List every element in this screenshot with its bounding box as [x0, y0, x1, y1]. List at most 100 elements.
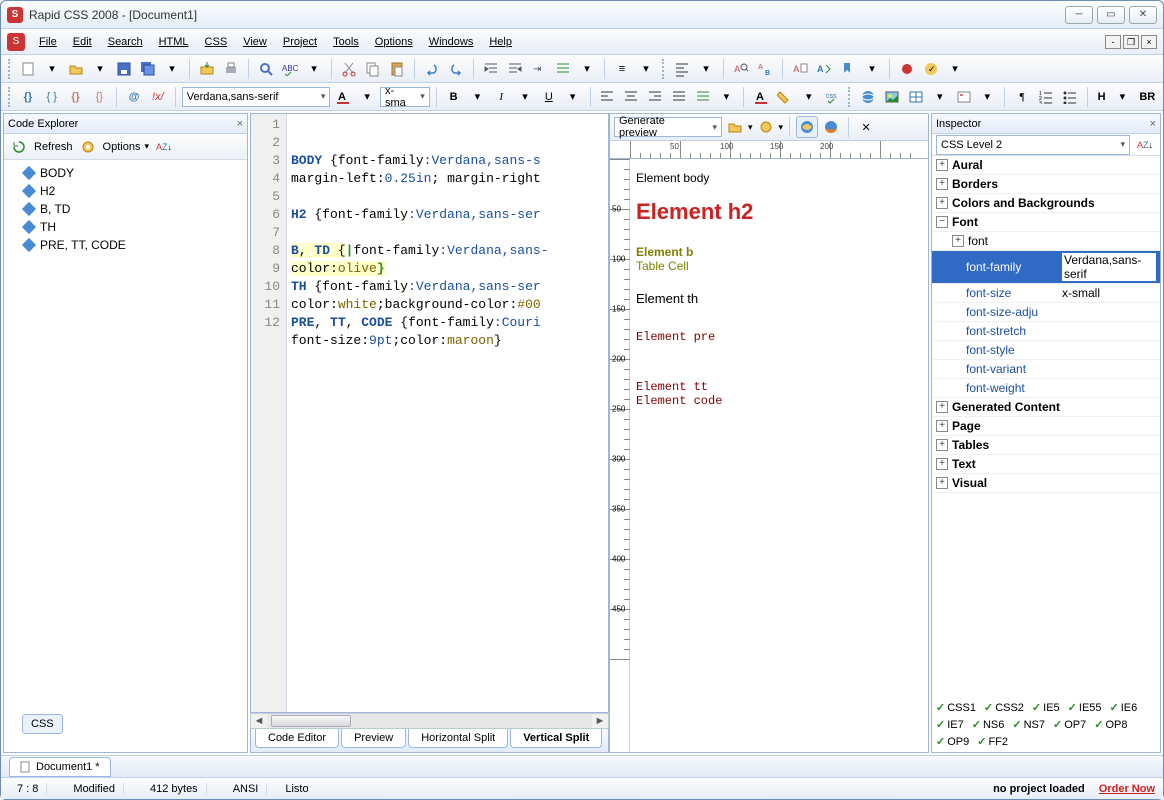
- important-button[interactable]: !x/: [147, 86, 169, 108]
- expand-icon[interactable]: +: [936, 159, 948, 171]
- tree-item[interactable]: B, TD: [6, 200, 245, 218]
- bold-dropdown[interactable]: ▾: [467, 86, 489, 108]
- table-button[interactable]: [905, 86, 927, 108]
- copy-button[interactable]: [362, 58, 384, 80]
- save-button[interactable]: [113, 58, 135, 80]
- inspector-property[interactable]: font-stretch: [932, 322, 1160, 341]
- menu-search[interactable]: Search: [100, 32, 151, 52]
- list-ol-button[interactable]: 123: [1035, 86, 1057, 108]
- css-level-combo[interactable]: CSS Level 2: [936, 135, 1130, 155]
- tree-item[interactable]: H2: [6, 182, 245, 200]
- expand-icon[interactable]: −: [936, 216, 948, 228]
- menu-help[interactable]: Help: [481, 32, 520, 52]
- expand-icon[interactable]: +: [936, 401, 948, 413]
- cut-button[interactable]: [338, 58, 360, 80]
- align-left-button[interactable]: [671, 58, 693, 80]
- image-button[interactable]: [881, 86, 903, 108]
- table-dropdown[interactable]: ▾: [929, 86, 951, 108]
- options-icon[interactable]: [77, 136, 99, 158]
- maximize-button[interactable]: ▭: [1097, 6, 1125, 24]
- find-in-files-button[interactable]: A: [789, 58, 811, 80]
- inspector-category[interactable]: +Visual: [932, 474, 1160, 493]
- br-button[interactable]: BR: [1135, 91, 1159, 103]
- replace-button[interactable]: AB: [754, 58, 776, 80]
- sort-button[interactable]: AZ↓: [153, 136, 175, 158]
- goto-button[interactable]: A: [813, 58, 835, 80]
- outdent-button[interactable]: [504, 58, 526, 80]
- valign-button[interactable]: [692, 86, 714, 108]
- editor-tab[interactable]: Code Editor: [255, 729, 339, 748]
- align-dropdown[interactable]: ▾: [695, 58, 717, 80]
- heading-button[interactable]: H: [1094, 91, 1110, 103]
- expand-icon[interactable]: +: [936, 477, 948, 489]
- generate-preview-combo[interactable]: Generate preview: [614, 117, 722, 137]
- menu-html[interactable]: HTML: [151, 32, 197, 52]
- inspector-category[interactable]: +Page: [932, 417, 1160, 436]
- text-align-center[interactable]: [620, 86, 642, 108]
- list-ul-button[interactable]: [1059, 86, 1081, 108]
- validate-dropdown[interactable]: ▾: [944, 58, 966, 80]
- order-now-link[interactable]: Order Now: [1099, 783, 1155, 795]
- ftp-button[interactable]: [196, 58, 218, 80]
- braces1-button[interactable]: {}: [17, 86, 39, 108]
- inspector-property[interactable]: font-style: [932, 341, 1160, 360]
- indent-button[interactable]: [480, 58, 502, 80]
- new-dropdown[interactable]: ▾: [41, 58, 63, 80]
- paste-button[interactable]: [386, 58, 408, 80]
- bg-dropdown[interactable]: ▾: [798, 86, 820, 108]
- expand-icon[interactable]: +: [936, 420, 948, 432]
- editor-tab[interactable]: Vertical Split: [510, 729, 602, 748]
- inspector-close[interactable]: ×: [1150, 118, 1156, 130]
- minimize-button[interactable]: ─: [1065, 6, 1093, 24]
- inspector-property[interactable]: font-weight: [932, 379, 1160, 398]
- bookmark-dropdown[interactable]: ▾: [861, 58, 883, 80]
- font-dropdown[interactable]: ▾: [356, 86, 378, 108]
- mdi-close[interactable]: ×: [1141, 35, 1157, 49]
- menu-edit[interactable]: Edit: [65, 32, 100, 52]
- bookmark-button[interactable]: [837, 58, 859, 80]
- format-button[interactable]: ≡: [611, 58, 633, 80]
- braces3-button[interactable]: {}: [65, 86, 87, 108]
- inspector-category[interactable]: +Tables: [932, 436, 1160, 455]
- tree-item[interactable]: BODY: [6, 164, 245, 182]
- code-area[interactable]: BODY {font-family:Verdana,sans-s margin-…: [287, 114, 608, 712]
- mdi-minimize[interactable]: -: [1105, 35, 1121, 49]
- editor-hscroll[interactable]: ◄►: [250, 713, 609, 729]
- css-side-tab[interactable]: CSS: [22, 714, 63, 734]
- inspector-property[interactable]: font-size-adju: [932, 303, 1160, 322]
- at-rule-button[interactable]: @: [123, 86, 145, 108]
- menu-css[interactable]: CSS: [197, 32, 236, 52]
- app-menu-icon[interactable]: S: [7, 33, 25, 51]
- preview-settings-button[interactable]: [755, 116, 777, 138]
- preview-button[interactable]: [255, 58, 277, 80]
- whitespace-button[interactable]: ⇥: [528, 58, 550, 80]
- close-button[interactable]: ✕: [1129, 6, 1157, 24]
- mdi-restore[interactable]: ❐: [1123, 35, 1139, 49]
- refresh-button[interactable]: Refresh: [34, 141, 73, 153]
- format-dropdown[interactable]: ▾: [635, 58, 657, 80]
- expand-icon[interactable]: +: [952, 235, 964, 247]
- underline-button[interactable]: U: [538, 86, 560, 108]
- inspector-category[interactable]: +Text: [932, 455, 1160, 474]
- menu-options[interactable]: Options: [367, 32, 421, 52]
- undo-button[interactable]: [421, 58, 443, 80]
- ie-browser-button[interactable]: [796, 116, 818, 138]
- inspector-property[interactable]: font-familyVerdana,sans-serif: [932, 251, 1160, 284]
- paragraph-button[interactable]: ¶: [1011, 86, 1033, 108]
- valign-dropdown[interactable]: ▾: [715, 86, 737, 108]
- comment-button[interactable]: [552, 58, 574, 80]
- expand-icon[interactable]: +: [936, 178, 948, 190]
- expand-icon[interactable]: +: [936, 197, 948, 209]
- spellcheck-button[interactable]: ABC: [279, 58, 301, 80]
- font-color-button[interactable]: A: [332, 86, 354, 108]
- braces2-button[interactable]: { }: [41, 86, 63, 108]
- code-editor[interactable]: 123456789101112 BODY {font-family:Verdan…: [250, 113, 609, 713]
- inspector-subcategory[interactable]: +font: [932, 232, 1160, 251]
- validate-button[interactable]: ✓: [920, 58, 942, 80]
- text-color-button[interactable]: A: [750, 86, 772, 108]
- text-align-left[interactable]: [596, 86, 618, 108]
- save-dropdown[interactable]: ▾: [161, 58, 183, 80]
- font-family-combo[interactable]: Verdana,sans-serif: [182, 87, 331, 107]
- braces4-button[interactable]: {}: [88, 86, 110, 108]
- tree-item[interactable]: PRE, TT, CODE: [6, 236, 245, 254]
